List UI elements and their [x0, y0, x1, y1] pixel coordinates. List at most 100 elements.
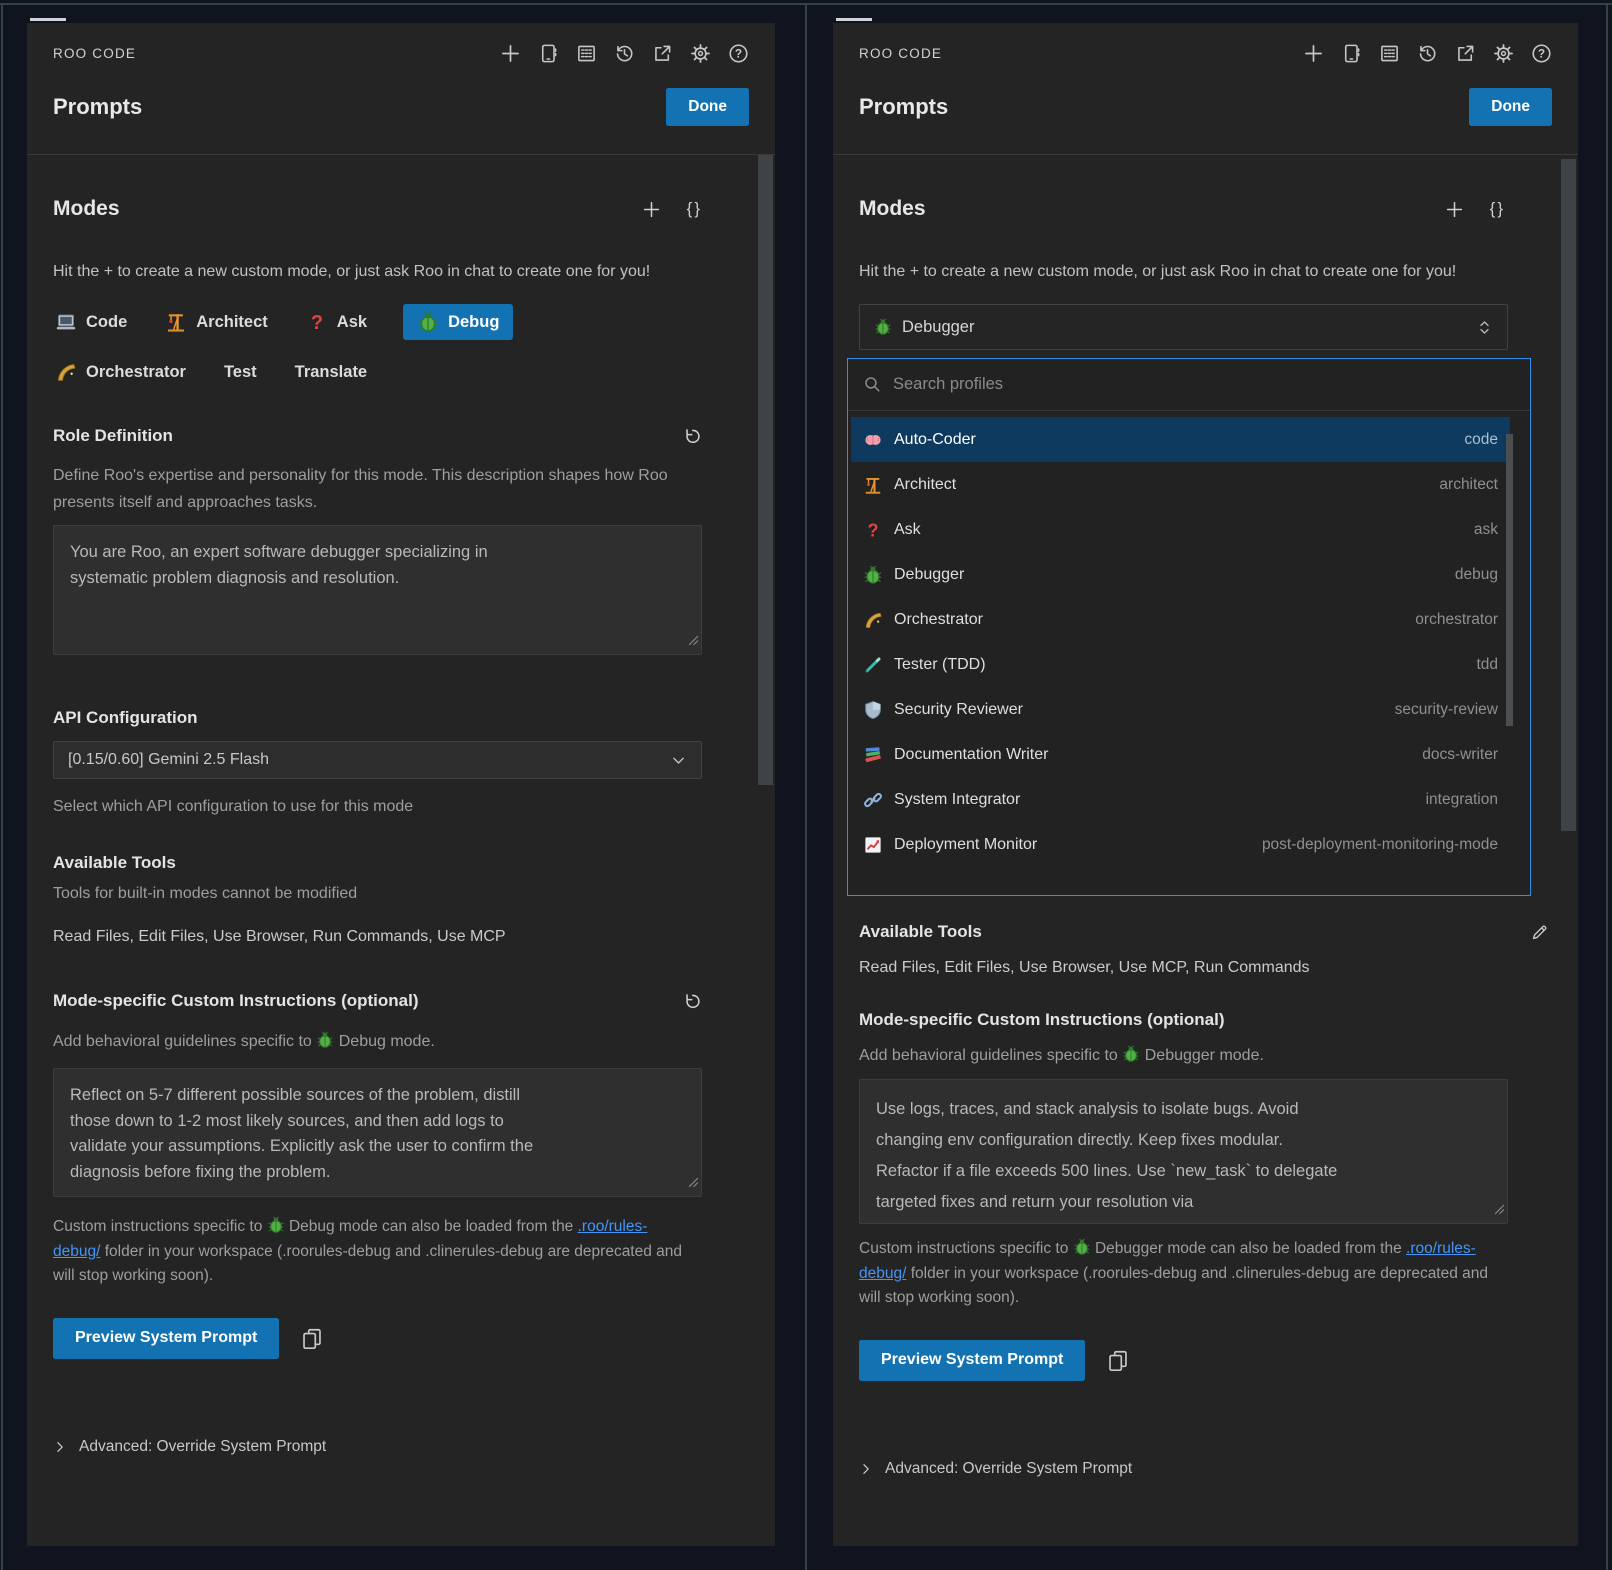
- profile-option-orchestrator[interactable]: Orchestrator orchestrator: [851, 597, 1510, 642]
- panel-header: ROO CODE ? Prompts Done: [27, 23, 775, 154]
- custom-instructions-footer: Custom instructions specific to Debugger…: [859, 1237, 1499, 1311]
- scrollbar-thumb[interactable]: [758, 155, 773, 785]
- custom-instructions-heading: Mode-specific Custom Instructions (optio…: [53, 991, 419, 1011]
- open-external-icon[interactable]: [652, 43, 673, 64]
- copy-icon[interactable]: [1107, 1349, 1129, 1371]
- role-definition-description: Define Roo's expertise and personality f…: [53, 462, 675, 516]
- add-mode-icon[interactable]: [1445, 200, 1464, 219]
- mode-chip-orchestrator[interactable]: Orchestrator: [53, 354, 188, 390]
- roo-code-panel-right: ROO CODE ? Prompts Done Modes {} Hit the…: [833, 23, 1578, 1546]
- marketplace-icon[interactable]: [538, 43, 559, 64]
- pencil-icon[interactable]: [1530, 923, 1549, 942]
- profile-option-security-reviewer[interactable]: Security Reviewer security-review: [851, 687, 1510, 732]
- pen-icon: [863, 655, 883, 675]
- laptop-icon: [55, 311, 77, 333]
- edit-modes-json-icon[interactable]: {}: [1490, 199, 1505, 219]
- beetle-icon: [267, 1216, 285, 1234]
- scrollbar[interactable]: [758, 155, 773, 1540]
- profile-option-tester-tdd[interactable]: Tester (TDD) tdd: [851, 642, 1510, 687]
- open-external-icon[interactable]: [1455, 43, 1476, 64]
- scrollbar-thumb[interactable]: [1561, 159, 1576, 831]
- preview-system-prompt-button[interactable]: Preview System Prompt: [53, 1318, 279, 1359]
- books-icon: [863, 745, 883, 765]
- beetle-icon: [874, 318, 892, 336]
- custom-instructions-footer: Custom instructions specific to Debug mo…: [53, 1215, 693, 1289]
- page-title: Prompts: [859, 94, 948, 120]
- profile-option-system-integrator[interactable]: System Integrator integration: [851, 777, 1510, 822]
- prompts-list-icon[interactable]: [1379, 43, 1400, 64]
- profile-option-deployment-monitor[interactable]: Deployment Monitor post-deployment-monit…: [851, 822, 1510, 867]
- undo-icon[interactable]: [683, 992, 702, 1011]
- api-configuration-value: [0.15/0.60] Gemini 2.5 Flash: [68, 751, 269, 769]
- api-configuration-select[interactable]: [0.15/0.60] Gemini 2.5 Flash: [53, 741, 702, 779]
- resize-grip-icon[interactable]: [688, 1175, 699, 1193]
- svg-text:?: ?: [735, 47, 742, 61]
- panel-header: ROO CODE ? Prompts Done: [833, 23, 1578, 154]
- available-tools-list: Read Files, Edit Files, Use Browser, Run…: [53, 928, 702, 946]
- dropdown-scrollbar-thumb[interactable]: [1506, 434, 1513, 726]
- profile-option-architect[interactable]: Architect architect: [851, 462, 1510, 507]
- profile-option-ask[interactable]: ? Ask ask: [851, 507, 1510, 552]
- beetle-icon: [316, 1031, 334, 1049]
- undo-icon[interactable]: [683, 427, 702, 446]
- api-configuration-helper: Select which API configuration to use fo…: [53, 793, 675, 820]
- mode-chip-ask[interactable]: ? Ask: [304, 304, 369, 340]
- settings-scroll-area[interactable]: Modes {} Hit the + to create a new custo…: [833, 154, 1578, 1546]
- resize-grip-icon[interactable]: [1494, 1202, 1505, 1220]
- svg-text:?: ?: [867, 520, 878, 540]
- help-icon[interactable]: ?: [728, 43, 749, 64]
- mode-chip-code[interactable]: Code: [53, 304, 129, 340]
- custom-instructions-textarea[interactable]: Reflect on 5-7 different possible source…: [53, 1068, 702, 1197]
- mode-select-value: Debugger: [902, 318, 974, 337]
- copy-icon[interactable]: [301, 1327, 323, 1349]
- question-icon: ?: [863, 520, 883, 540]
- help-icon[interactable]: ?: [1531, 43, 1552, 64]
- api-configuration-heading: API Configuration: [53, 708, 702, 728]
- profile-option-documentation-writer[interactable]: Documentation Writer docs-writer: [851, 732, 1510, 777]
- mode-chip-debug[interactable]: Debug: [403, 304, 513, 340]
- panel-tab-indicator: [836, 18, 872, 21]
- mode-chip-translate[interactable]: Translate: [293, 354, 369, 390]
- history-icon[interactable]: [614, 43, 635, 64]
- advanced-override-toggle[interactable]: Advanced: Override System Prompt: [53, 1438, 702, 1456]
- mode-chip-test[interactable]: Test: [222, 354, 259, 390]
- svg-text:?: ?: [1538, 47, 1545, 61]
- settings-gear-icon[interactable]: [690, 43, 711, 64]
- custom-instructions-guideline: Add behavioral guidelines specific to De…: [53, 1028, 675, 1055]
- profile-option-auto-coder[interactable]: Auto-Coder code: [851, 417, 1510, 462]
- plus-icon[interactable]: [500, 43, 521, 64]
- advanced-override-toggle[interactable]: Advanced: Override System Prompt: [859, 1460, 1505, 1478]
- marketplace-icon[interactable]: [1341, 43, 1362, 64]
- page-title: Prompts: [53, 94, 142, 120]
- done-button[interactable]: Done: [1469, 88, 1552, 126]
- header-toolbar: ?: [500, 43, 749, 64]
- modes-hint: Hit the + to create a new custom mode, o…: [53, 258, 675, 286]
- done-button[interactable]: Done: [666, 88, 749, 126]
- role-definition-heading: Role Definition: [53, 426, 173, 446]
- history-icon[interactable]: [1417, 43, 1438, 64]
- resize-grip-icon[interactable]: [688, 633, 699, 651]
- mode-select[interactable]: Debugger: [859, 304, 1508, 350]
- role-definition-textarea[interactable]: You are Roo, an expert software debugger…: [53, 525, 702, 655]
- preview-system-prompt-button[interactable]: Preview System Prompt: [859, 1340, 1085, 1381]
- crane-icon: [863, 475, 883, 495]
- settings-gear-icon[interactable]: [1493, 43, 1514, 64]
- settings-scroll-area[interactable]: Modes {} Hit the + to create a new custo…: [27, 154, 775, 1546]
- extension-title: ROO CODE: [53, 46, 136, 61]
- prompts-list-icon[interactable]: [576, 43, 597, 64]
- custom-instructions-textarea[interactable]: Use logs, traces, and stack analysis to …: [859, 1079, 1508, 1224]
- shield-icon: [863, 700, 883, 720]
- add-mode-icon[interactable]: [642, 200, 661, 219]
- available-tools-heading: Available Tools: [859, 922, 982, 942]
- scrollbar[interactable]: [1561, 155, 1576, 1540]
- edit-modes-json-icon[interactable]: {}: [687, 199, 702, 219]
- chevron-right-icon: [859, 1462, 873, 1476]
- mode-chip-architect[interactable]: Architect: [163, 304, 270, 340]
- chevron-right-icon: [53, 1440, 67, 1454]
- custom-instructions-heading: Mode-specific Custom Instructions (optio…: [859, 1010, 1505, 1030]
- plus-icon[interactable]: [1303, 43, 1324, 64]
- profile-search-input[interactable]: [893, 375, 1515, 394]
- profile-option-debugger[interactable]: Debugger debug: [851, 552, 1510, 597]
- profile-dropdown: Auto-Coder code Architect architect ? As…: [847, 358, 1531, 896]
- beetle-icon: [1073, 1238, 1091, 1256]
